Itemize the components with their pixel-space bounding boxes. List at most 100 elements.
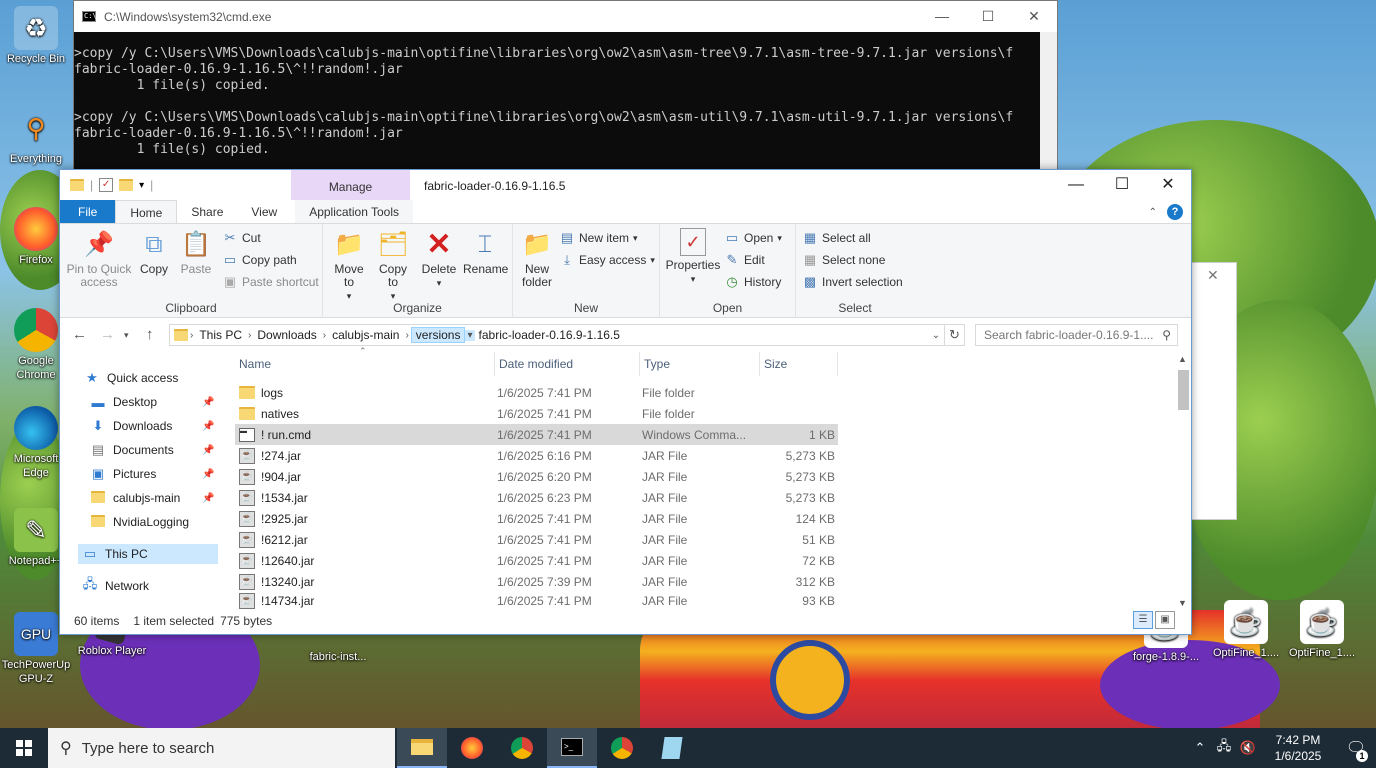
nav-item-desktop[interactable]: ▬ Desktop 📌 [90,392,220,412]
search-input[interactable]: Search fabric-loader-0.16.9-1.... ⚲ [975,324,1178,346]
tab-file[interactable]: File [60,200,116,223]
nav-item-calubjs-main[interactable]: calubjs-main 📌 [90,488,220,508]
file-row[interactable]: ☕ !1534.jar 1/6/2025 6:23 PM JAR File 5,2… [235,487,838,508]
desktop-icon-optifine-1[interactable]: ☕ OptiFine_1.... [1210,600,1282,660]
column-header-size[interactable]: Size [760,352,838,376]
recent-locations-button[interactable]: ▾ [124,330,129,341]
taskbar-chrome-alt[interactable] [597,728,647,768]
copy-to-button[interactable]: 🗂 Copy to ▾ [373,228,413,303]
network-icon[interactable]: 🖧 [1212,737,1236,759]
minimize-button[interactable]: — [1053,170,1099,200]
taskbar-firefox[interactable] [447,728,497,768]
breadcrumb-versions[interactable]: versions [410,327,466,343]
breadcrumb-downloads[interactable]: Downloads [253,328,320,342]
clock[interactable]: 7:42 PM 1/6/2025 [1260,732,1336,764]
taskbar-search-box[interactable]: ⚲ Type here to search [48,728,395,768]
rename-button[interactable]: ⌶ Rename [463,228,508,276]
maximize-button[interactable]: ☐ [1099,170,1145,200]
tab-view[interactable]: View [237,200,291,223]
desktop-icon-fabric-installer[interactable]: fabric-inst... [302,650,374,664]
cut-button[interactable]: ✂ Cut [222,228,261,248]
delete-button[interactable]: ✕ Delete ▾ [419,228,459,290]
column-header-date-modified[interactable]: Date modified [495,352,640,376]
tab-home[interactable]: Home [115,200,178,223]
details-view-button[interactable]: ☰ [1133,611,1153,629]
close-button[interactable]: ✕ [1011,8,1057,25]
copy-button[interactable]: ⧉ Copy [136,228,172,276]
cmd-titlebar[interactable]: C:\ C:\Windows\system32\cmd.exe — ☐ ✕ [74,1,1057,32]
minimize-button[interactable]: — [919,8,965,25]
nav-item-this-pc[interactable]: ▭ This PC [78,544,218,564]
new-folder-button[interactable]: 📁 New folder [517,228,557,289]
breadcrumb-this-pc[interactable]: This PC [195,328,246,342]
tab-share[interactable]: Share [177,200,237,223]
properties-qat-icon[interactable]: ✓ [99,178,114,192]
nav-item-documents[interactable]: ▤ Documents 📌 [90,440,220,460]
volume-muted-icon[interactable]: 🔇 [1236,740,1260,756]
file-list-scrollbar[interactable]: ▲ ▼ [1175,352,1192,610]
file-row[interactable]: ☕ !2925.jar 1/6/2025 7:41 PM JAR File 124… [235,508,838,529]
background-dialog[interactable]: ✕ [1186,262,1237,520]
chevron-up-icon[interactable]: ⌃ [1149,207,1157,218]
desktop-icon-recycle-bin[interactable]: ♻ Recycle Bin [0,6,72,66]
new-folder-qat-icon[interactable] [119,179,134,191]
nav-item-network[interactable]: 🖧 Network [82,576,149,596]
open-button[interactable]: ▭ Open ▾ [724,228,782,248]
file-row[interactable]: logs 1/6/2025 7:41 PM File folder [235,382,838,403]
easy-access-button[interactable]: ⤓ Easy access ▾ [559,250,655,270]
history-button[interactable]: ◷ History [724,272,781,292]
forward-button[interactable]: → [100,326,115,343]
nav-item-downloads[interactable]: ⬇ Downloads 📌 [90,416,220,436]
taskbar-file-explorer[interactable] [397,728,447,768]
file-row[interactable]: ☕ !904.jar 1/6/2025 6:20 PM JAR File 5,27… [235,466,838,487]
up-button[interactable]: ↑ [146,326,154,343]
new-item-button[interactable]: ▤ New item ▾ [559,228,638,248]
help-icon[interactable]: ? [1167,204,1183,220]
taskbar-notepad[interactable] [647,728,697,768]
edit-button[interactable]: ✎ Edit [724,250,765,270]
desktop-icon-everything[interactable]: ⚲ Everything [0,106,72,166]
file-explorer-window[interactable]: | ✓ ▾ | Manage fabric-loader-0.16.9-1.16… [59,169,1192,635]
scrollbar-thumb[interactable] [1178,370,1189,410]
move-to-button[interactable]: 📁 Move to ▾ [329,228,369,303]
file-row[interactable]: ☕ !12640.jar 1/6/2025 7:41 PM JAR File 72… [235,550,838,571]
close-button[interactable]: ✕ [1145,170,1191,200]
select-all-button[interactable]: ▦ Select all [802,228,871,248]
address-bar[interactable]: › This PC › Downloads › calubjs-main › v… [169,324,945,346]
chevron-down-icon[interactable]: ⌄ [928,330,944,341]
breadcrumb-calubjs-main[interactable]: calubjs-main [328,328,403,342]
taskbar-chrome[interactable] [497,728,547,768]
scroll-down-icon[interactable]: ▼ [1178,598,1187,608]
properties-button[interactable]: ✓ Properties ▾ [664,228,722,286]
tab-application-tools[interactable]: Application Tools [295,200,414,223]
start-button[interactable] [0,728,48,768]
breadcrumb-dropdown[interactable]: ▾ [465,329,475,341]
nav-item-nvidialogging[interactable]: NvidiaLogging [90,512,189,532]
pin-to-quick-access-button[interactable]: 📌 Pin to Quick access [66,228,132,289]
paste-shortcut-button[interactable]: ▣ Paste shortcut [222,272,319,292]
paste-button[interactable]: 📋 Paste [178,228,214,276]
tab-manage[interactable]: Manage [291,170,410,200]
taskbar-cmd[interactable]: >_ [547,728,597,768]
back-button[interactable]: ← [72,326,87,343]
invert-selection-button[interactable]: ▩ Invert selection [802,272,903,292]
desktop-icon-optifine-2[interactable]: ☕ OptiFine_1.... [1286,600,1358,660]
column-header-name[interactable]: Name [235,352,495,376]
action-center-button[interactable]: 🗨 1 [1336,738,1376,762]
large-icons-view-button[interactable]: ▣ [1155,611,1175,629]
chevron-down-icon[interactable]: ▾ [139,180,144,191]
cmd-scrollbar[interactable] [1040,32,1057,172]
select-none-button[interactable]: ▦ Select none [802,250,886,270]
cmd-window[interactable]: C:\ C:\Windows\system32\cmd.exe — ☐ ✕ >c… [73,0,1058,172]
nav-item-pictures[interactable]: ▣ Pictures 📌 [90,464,220,484]
scroll-up-icon[interactable]: ▲ [1178,354,1187,364]
maximize-button[interactable]: ☐ [965,8,1011,25]
chevron-up-icon[interactable]: ⌃ [1188,740,1212,756]
file-row[interactable]: natives 1/6/2025 7:41 PM File folder [235,403,838,424]
nav-item-quick-access[interactable]: ★ Quick access [84,368,178,388]
copy-path-button[interactable]: ▭ Copy path [222,250,297,270]
file-row[interactable]: ☕ !274.jar 1/6/2025 6:16 PM JAR File 5,27… [235,445,838,466]
breadcrumb-current-folder[interactable]: fabric-loader-0.16.9-1.16.5 [475,328,624,342]
file-row[interactable]: ☕ !13240.jar 1/6/2025 7:39 PM JAR File 31… [235,571,838,592]
column-header-type[interactable]: Type [640,352,760,376]
